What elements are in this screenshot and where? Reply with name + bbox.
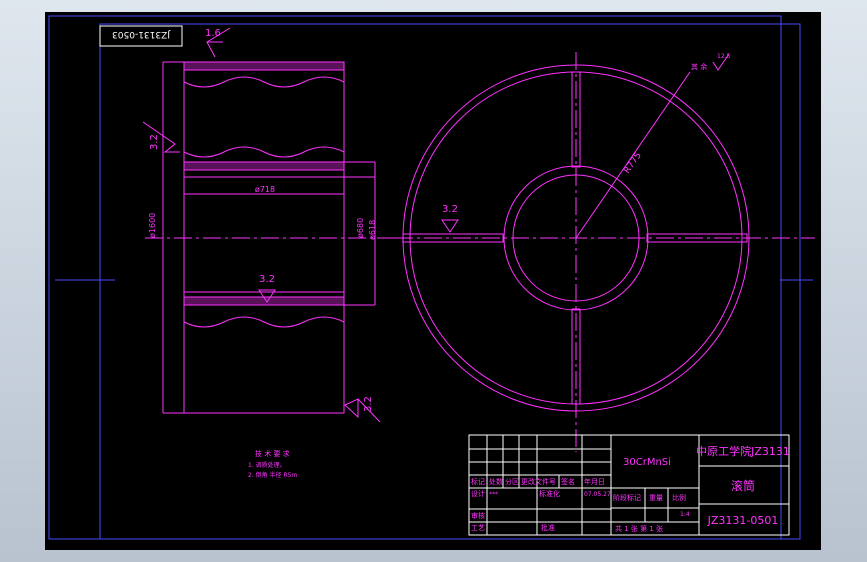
break-line-top bbox=[183, 76, 345, 88]
code-box: JZ3131-0503 bbox=[99, 25, 183, 47]
roughness-right-view-symbol bbox=[441, 219, 459, 233]
dim-hub-d2: ø618 bbox=[368, 220, 377, 240]
school-text: 中原工学院JZ3131 bbox=[696, 444, 790, 458]
inner-frame bbox=[99, 23, 801, 540]
process-label: 工艺 bbox=[471, 524, 485, 532]
drawing-number-text: JZ3131-0501 bbox=[707, 514, 779, 527]
standardize-label: 标准化 bbox=[539, 489, 560, 498]
dim-radius: R775 bbox=[622, 151, 644, 176]
hdr-date: 年月日 bbox=[584, 477, 605, 486]
scale-value: 1:4 bbox=[680, 511, 690, 518]
review-label: 审核 bbox=[471, 511, 485, 520]
drawing-sheet: JZ3131-0503 ø1600 ø718 ø680 ø618 1.6 3.2… bbox=[48, 15, 815, 540]
break-line-upper bbox=[183, 146, 345, 158]
part-name-text: 滚筒 bbox=[731, 478, 755, 493]
dim-bore-diameter: ø718 bbox=[255, 185, 275, 194]
tech-req-item-1: 1. 调质处理。 bbox=[248, 461, 286, 469]
corner-note-label: 其 余 bbox=[691, 62, 707, 71]
drawing-canvas[interactable]: JZ3131-0503 ø1600 ø718 ø680 ø618 1.6 3.2… bbox=[45, 12, 821, 550]
cad-app-window: JZ3131-0503 ø1600 ø718 ø680 ø618 1.6 3.2… bbox=[0, 0, 867, 562]
dim-outer-diameter: ø1600 bbox=[148, 213, 157, 238]
scale-label: 比例 bbox=[672, 493, 686, 502]
hdr-count: 处数 bbox=[489, 477, 503, 486]
break-line-lower bbox=[183, 316, 345, 328]
roughness-left-value: 3.2 bbox=[149, 134, 160, 150]
approve-label: 批准 bbox=[541, 523, 555, 532]
roughness-inner-value: 3.2 bbox=[259, 274, 275, 285]
stage-label: 阶段标记 bbox=[613, 493, 641, 502]
tech-req-item-2: 2. 倒角 半径 R5m bbox=[248, 471, 297, 479]
designer-value: *** bbox=[489, 491, 498, 498]
designer-label: 设计 bbox=[471, 489, 485, 498]
weight-label: 重量 bbox=[649, 494, 663, 502]
roughness-top-value: 1.6 bbox=[205, 28, 221, 39]
hdr-mark: 标记 bbox=[471, 477, 485, 486]
dim-hub-d1: ø680 bbox=[356, 218, 365, 238]
roughness-bottom-right-value: 3.2 bbox=[363, 396, 374, 412]
roughness-right-view-value: 3.2 bbox=[442, 204, 458, 215]
corner-note-value: 12.5 bbox=[717, 53, 731, 60]
material-text: 30CrMnSi bbox=[623, 457, 671, 468]
hdr-sign: 签名 bbox=[561, 477, 575, 486]
sheet-text: 共 1 张 第 1 张 bbox=[615, 524, 663, 533]
hdr-change-doc: 更改文件号 bbox=[521, 477, 556, 486]
code-box-text: JZ3131-0503 bbox=[112, 29, 171, 39]
date-value: 07.05.27 bbox=[584, 491, 611, 498]
tech-req-title: 技 术 要 求 bbox=[255, 449, 290, 458]
hdr-zone: 分区 bbox=[505, 477, 519, 486]
